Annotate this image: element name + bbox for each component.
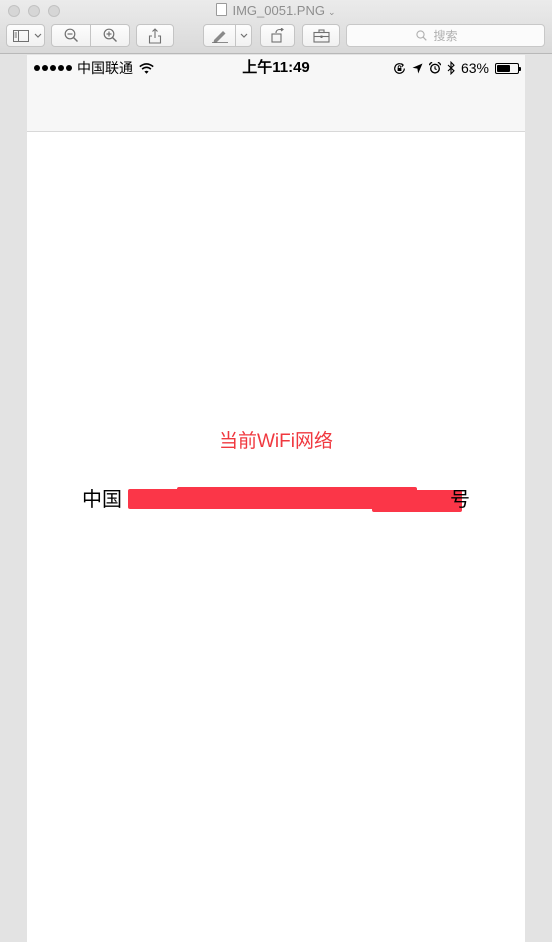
toolbox-icon [312,28,330,43]
rotate-icon [270,28,284,43]
chevron-down-icon [34,33,44,39]
window-titlebar: IMG_0051.PNG ⌄ [0,0,552,54]
markup-chevron-down-icon [236,33,251,39]
markup-pen-icon [204,25,235,46]
zoom-out-button[interactable] [52,25,90,46]
search-icon [415,30,427,41]
zoom-out-icon [64,28,78,42]
screenshot-canvas: 中国联通 上午11:49 63% 当前WiFi网络 中国 号 [27,55,525,942]
bluetooth-icon [447,61,455,75]
search-input[interactable] [431,27,476,44]
carrier-name: 中国联通 [77,60,133,76]
document-icon [216,3,228,16]
navigation-bar [27,81,525,132]
rotate-button[interactable] [260,24,295,47]
zoom-control [51,24,130,47]
sidebar-view-button[interactable] [6,24,45,47]
title-chevron-icon: ⌄ [327,7,336,17]
network-name-prefix: 中国 [82,489,122,511]
battery-percent: 63% [460,60,489,76]
zoom-in-icon [103,28,117,42]
network-name-suffix: 号 [450,489,470,511]
wifi-network-name: 中国 号 [82,487,472,513]
current-wifi-heading: 当前WiFi网络 [219,431,333,452]
zoom-in-button[interactable] [91,25,129,46]
redaction-mark [372,490,462,512]
sidebar-icon [7,25,34,46]
document-title[interactable]: IMG_0051.PNG ⌄ [0,3,552,20]
alarm-icon [428,62,441,74]
signal-dots-icon [34,65,72,71]
wifi-icon [139,62,154,74]
orientation-lock-icon [394,62,405,74]
share-button[interactable] [136,24,174,47]
battery-icon [495,62,521,74]
location-arrow-icon [412,63,423,73]
document-title-text: IMG_0051.PNG [232,3,325,18]
status-time: 上午11:49 [242,59,310,76]
search-field[interactable] [346,24,545,47]
toolbox-button[interactable] [302,24,340,47]
battery-fill [497,64,510,72]
share-icon [148,27,162,44]
status-bar: 中国联通 上午11:49 63% [27,55,525,81]
markup-button[interactable] [203,24,252,47]
